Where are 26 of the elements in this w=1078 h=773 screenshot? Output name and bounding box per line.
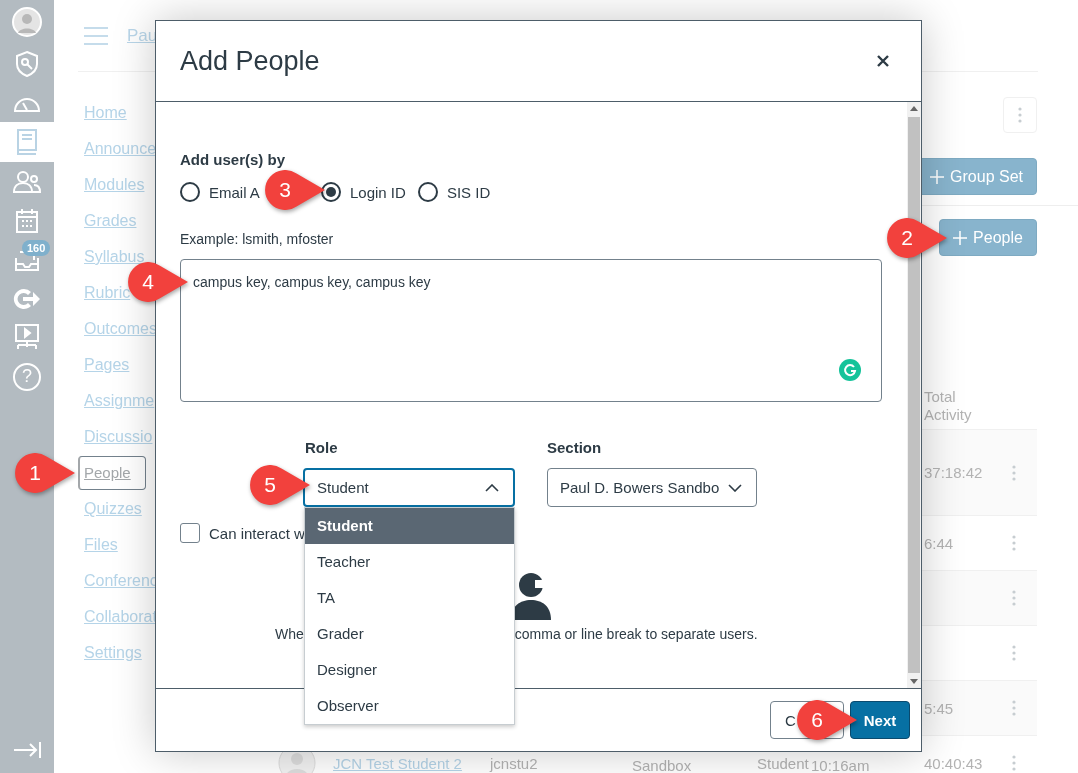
table-cell-text: Sandbox [632, 756, 693, 773]
radio-label: Email A [209, 183, 260, 201]
table-cell-text: 5:45 [924, 699, 955, 717]
field-label: Add user(s) by [180, 150, 285, 170]
table-cell-text: Student [757, 755, 810, 772]
step-number-tooltip: 5 [249, 464, 311, 506]
table-cell-text: 37:18:42 [924, 464, 984, 481]
dialog-title: Add People [180, 45, 320, 77]
step-number-tooltip: 6 [796, 699, 858, 741]
step-number-tooltip: 2 [886, 217, 948, 259]
checkbox-label: Can interact w [209, 524, 305, 542]
radio-label: Login ID [350, 183, 406, 201]
table-cell-text: jcnstu2 [490, 755, 539, 772]
table-cell-text: 10:16am [811, 756, 871, 773]
hint-text: comma or line break to separate users. [514, 626, 758, 642]
hint-text: Whe [275, 626, 304, 642]
table-cell-text: 6:44 [924, 534, 955, 552]
field-label: Section [547, 438, 603, 458]
table-cell-text: 40:40:43 [924, 755, 984, 772]
unread-count-badge: 160 [22, 240, 51, 256]
example-text: Example: lsmith, mfoster [180, 230, 334, 248]
help-icon: ? [13, 362, 41, 391]
field-label: Role [305, 438, 339, 458]
step-number-tooltip: 3 [264, 169, 326, 211]
step-number-tooltip: 1 [14, 452, 76, 494]
radio-label: SIS ID [446, 183, 491, 201]
